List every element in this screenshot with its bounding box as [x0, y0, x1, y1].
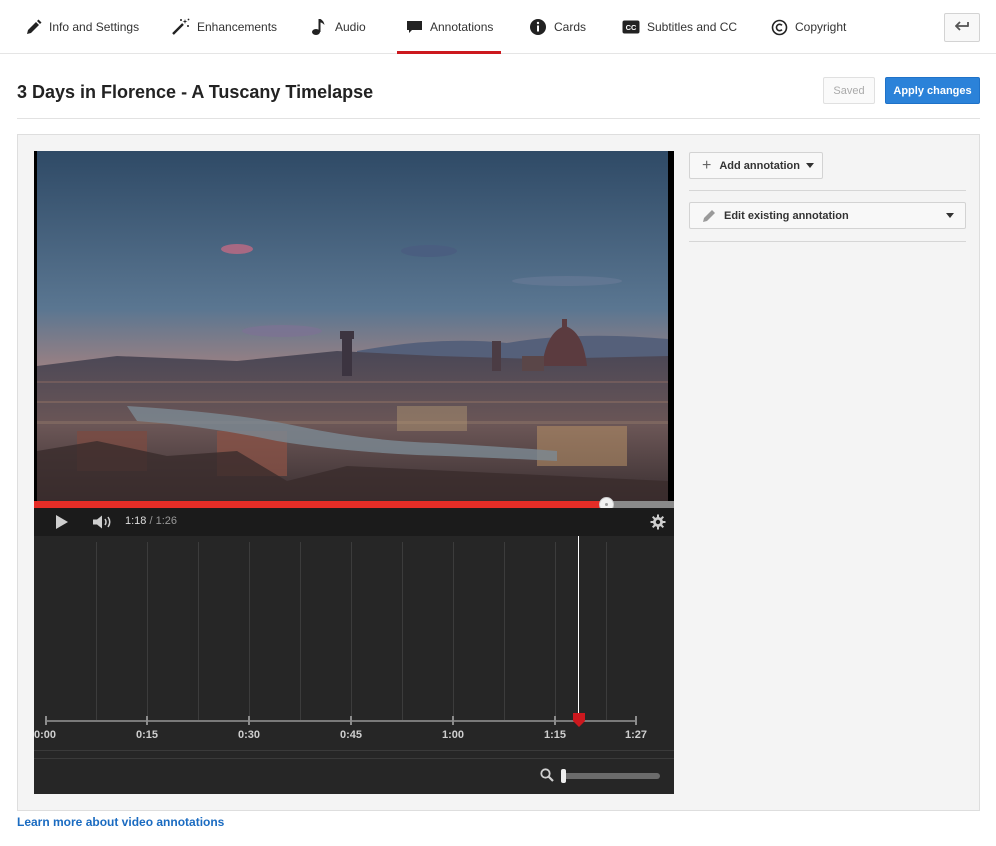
timeline-tick	[45, 716, 47, 725]
tab-subtitles-and-cc[interactable]: CC Subtitles and CC	[622, 0, 737, 54]
timeline-tick-label: 0:15	[135, 729, 159, 741]
timeline-gridline	[453, 542, 454, 720]
copyright-icon	[770, 18, 788, 36]
tab-annotations[interactable]: Annotations	[396, 0, 502, 54]
timeline-tick-label: 0:00	[34, 729, 57, 741]
volume-icon[interactable]	[92, 515, 114, 534]
add-annotation-button[interactable]: + Add annotation	[689, 152, 823, 179]
back-button[interactable]	[944, 13, 980, 42]
chevron-down-icon	[946, 213, 954, 218]
learn-more-link[interactable]: Learn more about video annotations	[17, 815, 224, 829]
tab-audio[interactable]: Audio	[310, 0, 366, 54]
timeline-gridline	[147, 542, 148, 720]
title-divider	[17, 118, 980, 119]
return-arrow-icon	[954, 19, 969, 37]
timeline-tick-label: 0:45	[339, 729, 363, 741]
tab-label: Subtitles and CC	[647, 20, 738, 34]
speech-bubble-icon	[405, 18, 423, 36]
tab-label: Copyright	[795, 20, 847, 34]
chevron-down-icon	[806, 163, 814, 168]
timeline-tick	[248, 716, 250, 725]
saved-button[interactable]: Saved	[823, 77, 875, 104]
timeline-tick-label: 0:30	[237, 729, 261, 741]
search-icon	[540, 768, 554, 787]
time-display: 1:18 / 1:26	[125, 515, 177, 527]
tab-info-and-settings[interactable]: Info and Settings	[24, 0, 139, 54]
svg-text:CC: CC	[626, 23, 637, 32]
page-title: 3 Days in Florence - A Tuscany Timelapse	[17, 82, 374, 102]
timeline-tick-label: 1:27	[624, 729, 648, 741]
timeline-gridline	[402, 542, 403, 720]
timeline-axis	[46, 720, 636, 722]
play-icon[interactable]	[55, 515, 69, 534]
playhead-marker-icon[interactable]	[573, 713, 585, 732]
video-frame-florence-skyline	[37, 151, 668, 501]
timeline-tick	[635, 716, 637, 725]
tab-label: Annotations	[430, 20, 494, 34]
timeline-gridline	[606, 542, 607, 720]
player-controls: 1:18 / 1:26	[34, 508, 674, 536]
tab-bar: Info and Settings Enhancements Audio Ann…	[0, 0, 996, 54]
gear-icon[interactable]	[650, 514, 666, 535]
tab-label: Info and Settings	[49, 20, 140, 34]
current-time: 1:18	[125, 515, 147, 527]
timeline-gridline	[300, 542, 301, 720]
video-player[interactable]	[34, 151, 674, 501]
timeline-gridline	[198, 542, 199, 720]
timeline-tick	[350, 716, 352, 725]
timeline-divider	[34, 758, 674, 759]
duration: 1:26	[155, 515, 178, 527]
magic-wand-icon	[172, 18, 190, 36]
time-separator: /	[146, 515, 156, 527]
plus-icon: +	[702, 156, 712, 174]
apply-changes-button[interactable]: Apply changes	[885, 77, 980, 104]
timeline-gridline	[351, 542, 352, 720]
edit-annotation-label: Edit existing annotation	[724, 209, 849, 222]
annotation-timeline[interactable]: 0:00 0:15 0:30 0:45 1:00 1:15 1:27	[34, 536, 674, 794]
timeline-gridline	[504, 542, 505, 720]
info-circle-icon	[529, 18, 547, 36]
tab-label: Enhancements	[197, 20, 278, 34]
tab-cards[interactable]: Cards	[529, 0, 586, 54]
tab-label: Audio	[335, 20, 366, 34]
tab-copyright[interactable]: Copyright	[770, 0, 846, 54]
timeline-gridline	[96, 542, 97, 720]
timeline-tick	[452, 716, 454, 725]
timeline-gridline	[555, 542, 556, 720]
timeline-zoom-slider[interactable]	[562, 773, 660, 779]
timeline-tick-label: 1:15	[543, 729, 567, 741]
video-progress-played	[34, 501, 606, 508]
timeline-zoom-thumb[interactable]	[561, 769, 566, 783]
timeline-divider	[34, 750, 674, 751]
timeline-tick	[146, 716, 148, 725]
music-note-icon	[310, 18, 328, 36]
timeline-tick-label: 1:00	[441, 729, 465, 741]
timeline-tick	[554, 716, 556, 725]
cc-icon: CC	[622, 18, 640, 36]
add-annotation-label: Add annotation	[719, 159, 800, 172]
panel-divider	[689, 241, 966, 242]
edit-existing-annotation-dropdown[interactable]: Edit existing annotation	[689, 202, 966, 229]
timeline-playhead[interactable]	[578, 536, 579, 724]
tab-label: Cards	[554, 20, 587, 34]
panel-divider	[689, 190, 966, 191]
pencil-icon	[702, 208, 717, 223]
pencil-icon	[24, 18, 42, 36]
timeline-gridline	[249, 542, 250, 720]
tab-enhancements[interactable]: Enhancements	[172, 0, 277, 54]
